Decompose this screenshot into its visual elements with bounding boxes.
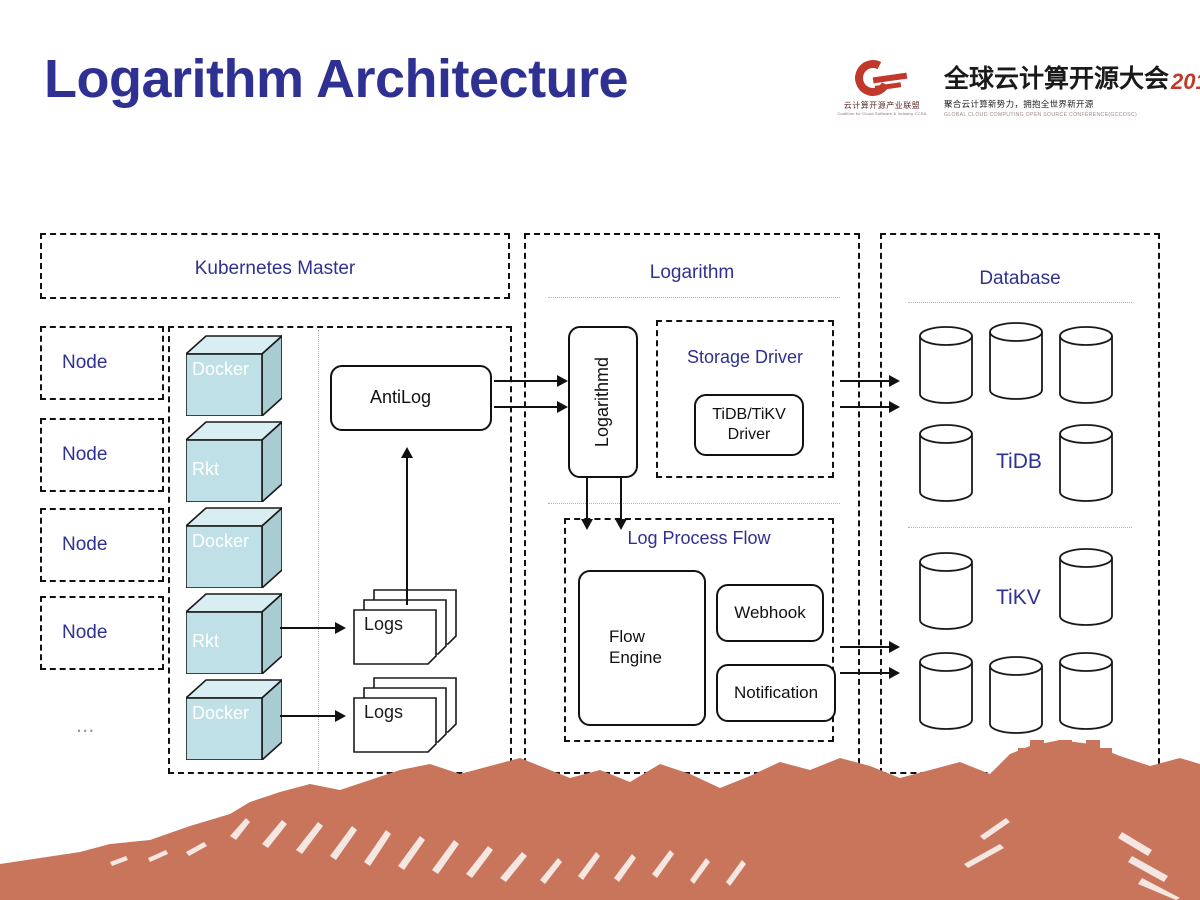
database-mid-rule <box>908 527 1132 528</box>
slide-canvas: Logarithm Architecture 云计算开源产业联盟 Coaliti… <box>0 0 1200 900</box>
webhook-box[interactable]: Webhook <box>716 584 824 642</box>
logarithm-label: Logarithm <box>649 262 735 283</box>
alliance-c-icon <box>850 55 911 101</box>
antilog-box[interactable]: AntiLog <box>330 365 492 431</box>
runtime-cube-label: Docker <box>192 359 250 379</box>
logo-conference-text: 全球云计算开源大会 2017 中国·北京 聚合云计算新势力，拥抱全世界新开源 G… <box>944 59 1200 118</box>
db-cylinder-tidb-5 <box>1058 422 1114 504</box>
runtime-cube-docker-1: Docker <box>186 334 282 416</box>
arrow-logs-to-antilog <box>400 447 414 605</box>
tidb-tikv-driver-label: TiDB/TiKV Driver <box>712 406 786 443</box>
node-label-1: Node <box>62 352 108 373</box>
logarithmd-box[interactable]: Logarithmd <box>568 326 638 478</box>
database-label: Database <box>979 268 1061 289</box>
db-cylinder-tikv-5 <box>1058 650 1114 732</box>
logs-label: Logs <box>364 614 404 634</box>
arrow-docker-to-logs <box>280 709 346 723</box>
runtime-cube-label: Docker <box>192 531 250 551</box>
db-cylinder-tidb-2 <box>988 320 1044 402</box>
webhook-label: Webhook <box>734 602 806 622</box>
node-contents-divider <box>318 330 319 770</box>
logarithmd-label: Logarithmd <box>592 356 613 448</box>
logs-stack-2: Logs <box>352 676 464 754</box>
db-cylinder-tikv-3 <box>918 650 974 732</box>
runtime-cube-label: Rkt <box>192 459 219 479</box>
node-label-3: Node <box>62 534 108 555</box>
logo-alliance-mark: 云计算开源产业联盟 Coalition for Cloud Software &… <box>837 55 927 116</box>
node-label-4: Node <box>62 622 108 643</box>
antilog-label: AntiLog <box>370 387 432 408</box>
logs-label: Logs <box>364 702 404 722</box>
runtime-cube-docker-3: Docker <box>186 678 282 760</box>
storage-driver-label: Storage Driver <box>686 347 804 367</box>
arrow-rkt-to-logs <box>280 621 346 635</box>
flow-engine-label: Flow Engine <box>609 627 662 667</box>
node-ellipsis: ... <box>76 712 95 737</box>
runtime-cube-rkt-2: Rkt <box>186 592 282 674</box>
db-cylinder-tikv-1 <box>918 550 974 632</box>
node-label-2: Node <box>62 444 108 465</box>
runtime-cube-docker-2: Docker <box>186 506 282 588</box>
runtime-cube-label: Docker <box>192 703 250 723</box>
tidb-tikv-driver-box[interactable]: TiDB/TiKV Driver <box>694 394 804 456</box>
logo-tagline-en: GLOBAL CLOUD COMPUTING OPEN SOURCE CONFE… <box>944 111 1137 118</box>
logo-year: 2017 <box>1171 68 1200 94</box>
logo-main-cn: 全球云计算开源大会 <box>944 63 1170 93</box>
notification-box[interactable]: Notification <box>716 664 836 722</box>
db-cylinder-tikv-4 <box>988 654 1044 736</box>
log-process-flow-label: Log Process Flow <box>627 528 771 548</box>
tidb-label: TiDB <box>996 450 1042 473</box>
logo-tagline-cn: 聚合云计算新势力，拥抱全世界新开源 <box>944 98 1094 109</box>
conference-logo: 云计算开源产业联盟 Coalition for Cloud Software &… <box>837 52 1200 124</box>
database-header-rule <box>908 302 1132 303</box>
runtime-cube-rkt-1: Rkt <box>186 420 282 502</box>
db-cylinder-tidb-4 <box>918 422 974 504</box>
logarithm-header-rule <box>548 297 840 298</box>
notification-label: Notification <box>733 682 819 702</box>
flow-engine-box[interactable]: Flow Engine <box>578 570 706 726</box>
page-title: Logarithm Architecture <box>44 49 629 109</box>
logo-alliance-en: Coalition for Cloud Software & Industry … <box>837 111 927 116</box>
db-cylinder-tidb-1 <box>918 324 974 406</box>
kubernetes-master-label: Kubernetes Master <box>194 258 356 279</box>
db-cylinder-tikv-2 <box>1058 546 1114 628</box>
runtime-cube-label: Rkt <box>192 631 219 651</box>
db-cylinder-tidb-3 <box>1058 324 1114 406</box>
tikv-label: TiKV <box>996 586 1041 609</box>
logo-alliance-cn: 云计算开源产业联盟 <box>843 101 921 110</box>
